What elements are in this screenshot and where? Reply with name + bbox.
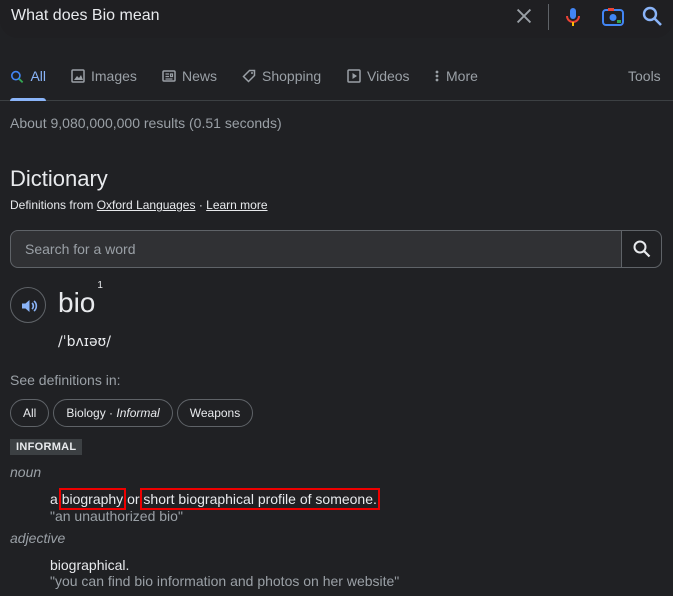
tab-label: More [446, 68, 478, 84]
tab-news[interactable]: News [162, 68, 217, 101]
register-badge: INFORMAL [10, 439, 83, 455]
search-icon [10, 70, 24, 84]
speaker-icon [22, 300, 38, 312]
def-connector: or [127, 491, 140, 507]
adjective-example: "you can find bio information and photos… [50, 573, 400, 589]
word-search-button[interactable] [621, 231, 661, 267]
noun-example: "an unauthorized bio" [50, 508, 183, 524]
tab-shopping[interactable]: Shopping [242, 68, 321, 101]
tab-label: Videos [367, 68, 410, 84]
headword: bio1 [58, 280, 103, 319]
search-query[interactable]: What does Bio mean [11, 7, 160, 25]
chip-biology[interactable]: Biology · Informal [53, 399, 173, 427]
chip-all[interactable]: All [10, 399, 50, 427]
oxford-languages-link[interactable]: Oxford Languages [97, 198, 196, 212]
source-prefix: Definitions from [10, 198, 94, 212]
more-vert-icon [435, 70, 439, 82]
chip-qualifier: Informal [116, 406, 160, 420]
video-icon [347, 69, 361, 83]
search-tabs: All Images News Shopping Videos More Too… [0, 58, 673, 101]
microphone-icon[interactable] [561, 5, 585, 29]
search-bar[interactable]: What does Bio mean [0, 0, 673, 38]
def-prefix: a [50, 491, 58, 507]
part-of-speech-noun: noun [10, 464, 42, 480]
definition-chips: All Biology · Informal Weapons [10, 399, 254, 427]
pronunciation-button[interactable] [10, 287, 46, 323]
tab-all[interactable]: All [10, 68, 46, 101]
image-icon [71, 69, 85, 83]
chip-label: Weapons [189, 406, 241, 420]
tab-label: All [30, 68, 46, 84]
chip-label: All [23, 406, 37, 420]
tab-more[interactable]: More [434, 68, 478, 101]
search-icon[interactable] [640, 4, 664, 28]
result-stats: About 9,080,000,000 results (0.51 second… [10, 115, 282, 131]
tag-icon [242, 69, 256, 83]
phonetic: /ˈbʌɪəʊ/ [58, 334, 111, 350]
highlighted-term-biography: biography [58, 488, 127, 510]
headword-superscript: 1 [97, 279, 103, 291]
chip-label: Biology [66, 406, 106, 420]
learn-more-link[interactable]: Learn more [206, 198, 267, 212]
dictionary-source: Definitions from Oxford Languages · Lear… [10, 198, 268, 212]
search-divider [548, 4, 549, 30]
tab-label: Images [91, 68, 137, 84]
headword-text: bio [58, 287, 96, 318]
source-separator: · [198, 198, 203, 212]
dictionary-title: Dictionary [10, 166, 108, 191]
camera-lens-icon[interactable] [600, 5, 626, 29]
tab-label: Shopping [262, 68, 322, 84]
word-search-box [10, 230, 662, 268]
see-definitions-label: See definitions in: [10, 372, 121, 388]
chip-weapons[interactable]: Weapons [176, 399, 254, 427]
chip-separator: · [105, 406, 117, 420]
word-search-input[interactable] [11, 231, 621, 267]
news-icon [162, 70, 176, 82]
tools-button[interactable]: Tools [628, 68, 661, 84]
close-icon[interactable] [513, 5, 535, 27]
adjective-definition: biographical. [50, 557, 130, 573]
part-of-speech-adjective: adjective [10, 530, 66, 546]
tab-images[interactable]: Images [71, 68, 137, 101]
tab-videos[interactable]: Videos [347, 68, 410, 101]
tab-label: News [182, 68, 218, 84]
noun-definition: a biography or short biographical profil… [50, 488, 380, 510]
highlighted-term-profile: short biographical profile of someone. [140, 488, 380, 510]
search-icon [633, 240, 651, 258]
